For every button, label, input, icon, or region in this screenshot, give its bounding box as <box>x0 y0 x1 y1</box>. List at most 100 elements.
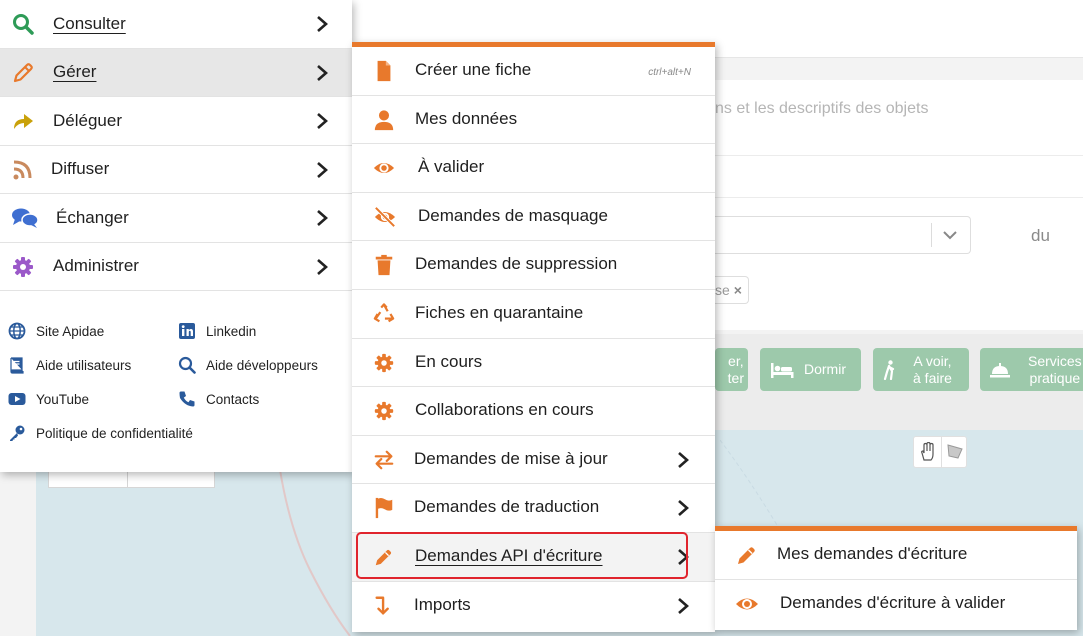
menu-item-label: Déléguer <box>53 110 122 130</box>
map-tools[interactable] <box>913 436 967 468</box>
submenu-item-label: Demandes d'écriture à valider <box>780 593 1006 612</box>
link-politique-confidentialite[interactable]: Politique de confidentialité <box>8 424 193 442</box>
filter-tag[interactable]: se × <box>715 276 749 304</box>
submenu-item-label: Mes données <box>415 108 518 128</box>
submenu-item-imports[interactable]: Imports <box>352 582 715 631</box>
submenu-item-traduction[interactable]: Demandes de traduction <box>352 484 715 533</box>
search-icon <box>13 14 34 35</box>
exchange-arrows-icon <box>374 450 394 470</box>
link-contacts[interactable]: Contacts <box>178 390 259 408</box>
pencil-icon <box>375 549 392 566</box>
search-icon <box>178 356 196 374</box>
recycle-icon <box>373 303 395 323</box>
type-select[interactable] <box>715 216 971 254</box>
chevron-down-icon <box>943 231 957 240</box>
category-label: er, <box>728 352 744 369</box>
chevron-right-icon <box>317 258 328 275</box>
submenu-item-label: Demandes de traduction <box>414 497 600 517</box>
polygon-select-icon[interactable] <box>946 442 964 462</box>
submenu-item-ecriture-a-valider[interactable]: Demandes d'écriture à valider <box>715 580 1077 629</box>
map-road <box>279 470 351 636</box>
map-road <box>720 440 781 530</box>
category-label: ter <box>727 369 744 386</box>
category-label: à faire <box>913 369 952 386</box>
submenu-item-mise-a-jour[interactable]: Demandes de mise à jour <box>352 436 715 485</box>
chevron-right-icon <box>317 113 328 129</box>
category-label: pratique <box>1029 369 1081 386</box>
chevron-right-icon <box>317 161 328 178</box>
submenu-item-en-cours[interactable]: En cours <box>352 339 715 388</box>
menu-item-echanger[interactable]: Échanger <box>0 194 352 243</box>
link-label: Aide développeurs <box>206 357 318 373</box>
link-label: YouTube <box>36 391 90 407</box>
eye-slash-icon <box>374 206 396 228</box>
menu-item-label: Gérer <box>53 62 97 82</box>
search-input[interactable]: ns et les descriptifs des objets <box>715 100 928 118</box>
submenu-item-demandes-suppression[interactable]: Demandes de suppression <box>352 241 715 290</box>
divider <box>941 437 942 467</box>
menu-item-deleguer[interactable]: Déléguer <box>0 97 352 146</box>
submenu-item-api-ecriture[interactable]: Demandes API d'écriture <box>352 532 715 582</box>
divider <box>127 470 128 487</box>
link-label: Contacts <box>206 391 260 407</box>
submenu-item-demandes-masquage[interactable]: Demandes de masquage <box>352 193 715 242</box>
globe-icon <box>8 322 26 340</box>
map-controls[interactable] <box>48 470 215 488</box>
category-services[interactable]: Services pratique <box>980 348 1083 391</box>
gerer-submenu: Créer une fiche ctrl+alt+N Mes données À… <box>352 42 715 632</box>
menu-item-administrer[interactable]: Administrer <box>0 243 352 291</box>
link-aide-utilisateurs[interactable]: Aide utilisateurs <box>8 356 131 374</box>
remove-tag-icon[interactable]: × <box>734 282 742 298</box>
user-icon <box>374 109 394 130</box>
menu-item-label: Administrer <box>53 256 139 276</box>
menu-item-consulter[interactable]: Consulter <box>0 0 352 49</box>
link-label: Politique de confidentialité <box>36 425 193 441</box>
rss-icon <box>13 160 32 179</box>
submenu-item-label: Créer une fiche <box>415 60 532 79</box>
link-linkedin[interactable]: Linkedin <box>178 322 256 340</box>
category-dormir[interactable]: Dormir <box>760 348 861 391</box>
submenu-item-label: En cours <box>415 351 483 371</box>
submenu-item-collaborations[interactable]: Collaborations en cours <box>352 387 715 436</box>
menu-item-diffuser[interactable]: Diffuser <box>0 146 352 194</box>
category-a-voir[interactable]: A voir, à faire <box>873 348 969 391</box>
submenu-item-fiches-quarantaine[interactable]: Fiches en quarantaine <box>352 290 715 339</box>
chevron-right-icon <box>317 16 328 32</box>
submenu-item-creer-fiche[interactable]: Créer une fiche ctrl+alt+N <box>352 47 715 96</box>
menu-item-gerer[interactable]: Gérer <box>0 48 352 97</box>
submenu-item-label: Demandes de mise à jour <box>414 448 608 468</box>
main-menu: Consulter Gérer Déléguer Diffuser Échang… <box>0 0 352 472</box>
submenu-item-a-valider[interactable]: À valider <box>352 144 715 193</box>
submenu-item-mes-donnees[interactable]: Mes données <box>352 96 715 145</box>
category-button[interactable]: er, ter <box>715 348 748 391</box>
link-site-apidae[interactable]: Site Apidae <box>8 322 104 340</box>
submenu-item-mes-demandes-ecriture[interactable]: Mes demandes d'écriture <box>715 531 1077 580</box>
chevron-right-icon <box>317 210 328 226</box>
submenu-item-label: Demandes API d'écriture <box>415 545 603 565</box>
select-separator <box>931 223 932 247</box>
hand-icon[interactable] <box>919 442 937 462</box>
submenu-item-label: Collaborations en cours <box>415 400 594 420</box>
chevron-right-icon <box>678 597 689 614</box>
date-from-label: du <box>1031 226 1050 245</box>
link-youtube[interactable]: YouTube <box>8 390 89 408</box>
api-ecriture-submenu: Mes demandes d'écriture Demandes d'écrit… <box>715 526 1077 630</box>
link-aide-developpeurs[interactable]: Aide développeurs <box>178 356 318 374</box>
menu-item-label: Échanger <box>56 207 129 227</box>
chevron-right-icon <box>678 548 689 565</box>
gear-icon <box>374 401 394 421</box>
file-icon <box>377 60 391 82</box>
menu-item-label: Consulter <box>53 13 126 33</box>
category-label: Dormir <box>804 361 846 377</box>
chevron-right-icon <box>678 451 689 468</box>
share-arrow-icon <box>14 114 33 129</box>
gear-icon <box>374 353 394 372</box>
service-bell-icon <box>990 362 1010 377</box>
divider <box>715 197 1083 198</box>
link-label: Aide utilisateurs <box>36 357 132 373</box>
bed-icon <box>771 362 794 378</box>
keyboard-shortcut: ctrl+alt+N <box>648 67 691 78</box>
eye-icon <box>736 598 758 610</box>
trash-icon <box>375 255 393 276</box>
pencil-icon <box>738 547 755 564</box>
